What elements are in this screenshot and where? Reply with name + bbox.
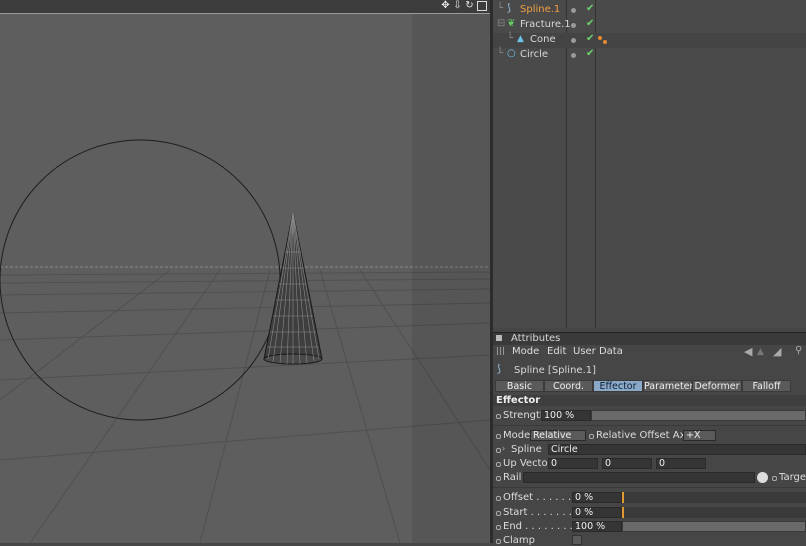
menu-mode[interactable]: Mode bbox=[512, 346, 539, 357]
clamp-checkbox[interactable] bbox=[572, 535, 582, 545]
down-arrow-icon[interactable]: ⇩ bbox=[452, 0, 463, 12]
tag-icon[interactable] bbox=[598, 36, 602, 40]
spline-icon: ⟆ bbox=[497, 364, 501, 375]
keyframe-bullet[interactable] bbox=[496, 511, 501, 516]
menu-edit[interactable]: Edit bbox=[547, 346, 566, 357]
keyframe-bullet[interactable] bbox=[496, 448, 501, 453]
enabled-check-icon[interactable]: ✔ bbox=[586, 33, 594, 44]
object-row-circle[interactable]: └ ○ Circle ✔ bbox=[493, 48, 806, 63]
keyframe-bullet[interactable] bbox=[496, 462, 501, 467]
object-manager: └ ⟆ Spline.1 ✔ ⊟ ❦ Fracture.1 ✔ └ ▲ Cone… bbox=[493, 0, 806, 328]
object-row-cone[interactable]: └ ▲ Cone ✔ bbox=[493, 33, 806, 48]
rotate-icon[interactable]: ↻ bbox=[464, 0, 475, 12]
strength-slider[interactable] bbox=[591, 410, 806, 421]
mode-label: Mode bbox=[503, 430, 531, 441]
enabled-check-icon[interactable]: ✔ bbox=[586, 48, 594, 59]
end-slider[interactable] bbox=[622, 521, 806, 532]
object-name: Cone bbox=[530, 34, 556, 45]
spline-icon: ⟆ bbox=[507, 3, 511, 14]
relative-offset-axis-dropdown[interactable]: +X bbox=[683, 430, 716, 441]
keyframe-bullet[interactable] bbox=[496, 539, 501, 544]
panel-title: Attributes bbox=[511, 333, 561, 344]
spline-link-field[interactable]: Circle bbox=[548, 444, 806, 455]
move-icon[interactable]: ✥ bbox=[440, 0, 451, 12]
attributes-header: Attributes bbox=[493, 332, 806, 345]
keyframe-bullet[interactable] bbox=[496, 496, 501, 501]
offset-field[interactable]: 0 % bbox=[572, 492, 622, 503]
attributes-manager: Mode Edit User Data ◀ ▲ ◢ ⚲ ⟆ Spline [Sp… bbox=[493, 345, 806, 546]
relative-offset-axis-label: Relative Offset Axis bbox=[596, 430, 694, 441]
expand-arrow-icon[interactable]: › bbox=[502, 444, 505, 453]
keyframe-bullet[interactable] bbox=[772, 476, 777, 481]
separator bbox=[493, 425, 806, 426]
grid-menu-icon[interactable] bbox=[497, 347, 505, 355]
tab-effector[interactable]: Effector bbox=[593, 380, 643, 392]
tree-line: └ bbox=[497, 3, 504, 14]
tree-line: └ bbox=[507, 33, 514, 44]
mode-dropdown[interactable]: Relative bbox=[530, 430, 586, 441]
lock-icon[interactable]: ◢ bbox=[773, 345, 781, 358]
strength-label: Strength bbox=[503, 410, 547, 421]
keyframe-bullet[interactable] bbox=[589, 434, 594, 439]
rail-link-field[interactable] bbox=[523, 472, 755, 483]
up-vector-z-field[interactable]: 0 bbox=[656, 458, 706, 469]
search-icon[interactable]: ⚲ bbox=[795, 345, 802, 356]
layer-dot[interactable] bbox=[571, 53, 576, 58]
collapse-icon[interactable]: ⊟ bbox=[497, 18, 505, 29]
object-name: Fracture.1 bbox=[520, 19, 571, 30]
up-vector-x-field[interactable]: 0 bbox=[548, 458, 598, 469]
tree-line: └ bbox=[497, 48, 504, 59]
tab-coord[interactable]: Coord. bbox=[544, 380, 593, 392]
start-slider[interactable] bbox=[622, 507, 806, 518]
section-title: Effector bbox=[496, 395, 541, 406]
back-arrow-icon[interactable]: ◀ bbox=[744, 345, 752, 358]
viewport-safe-frame bbox=[412, 14, 490, 543]
start-field[interactable]: 0 % bbox=[572, 507, 622, 518]
strength-field[interactable]: 100 % bbox=[541, 410, 591, 421]
3d-viewport[interactable]: ✥ ⇩ ↻ bbox=[0, 0, 490, 543]
layer-dot[interactable] bbox=[571, 8, 576, 13]
pick-target-icon[interactable] bbox=[757, 472, 768, 483]
start-slider-knob[interactable] bbox=[622, 507, 624, 518]
tab-falloff[interactable]: Falloff bbox=[742, 380, 791, 392]
object-name: Circle bbox=[520, 49, 549, 60]
object-row-spline[interactable]: └ ⟆ Spline.1 ✔ bbox=[493, 3, 806, 18]
keyframe-bullet[interactable] bbox=[496, 525, 501, 530]
layer-dot[interactable] bbox=[571, 23, 576, 28]
maximize-icon[interactable] bbox=[477, 1, 487, 11]
keyframe-bullet[interactable] bbox=[496, 434, 501, 439]
object-label: Spline [Spline.1] bbox=[514, 365, 597, 376]
object-row-fracture[interactable]: ⊟ ❦ Fracture.1 ✔ bbox=[493, 18, 806, 33]
target-label: Target bbox=[779, 472, 806, 483]
clamp-label: Clamp bbox=[503, 535, 535, 546]
panel-icon bbox=[496, 335, 502, 341]
offset-slider-knob[interactable] bbox=[622, 492, 624, 503]
separator bbox=[493, 487, 806, 488]
object-name: Spline.1 bbox=[520, 4, 561, 15]
offset-slider[interactable] bbox=[622, 492, 806, 503]
up-arrow-icon[interactable]: ▲ bbox=[757, 347, 764, 357]
tab-deformer[interactable]: Deformer bbox=[692, 380, 742, 392]
menu-user-data[interactable]: User Data bbox=[573, 346, 623, 357]
tab-basic[interactable]: Basic bbox=[495, 380, 544, 392]
fracture-icon: ❦ bbox=[507, 18, 516, 29]
layer-dot[interactable] bbox=[571, 38, 576, 43]
viewport-toolbar: ✥ ⇩ ↻ bbox=[0, 0, 490, 14]
cone-icon: ▲ bbox=[517, 34, 524, 44]
circle-icon: ○ bbox=[507, 48, 516, 59]
enabled-check-icon[interactable]: ✔ bbox=[586, 3, 594, 14]
spline-link-label: Spline bbox=[511, 444, 542, 455]
keyframe-bullet[interactable] bbox=[496, 414, 501, 419]
up-vector-y-field[interactable]: 0 bbox=[602, 458, 652, 469]
enabled-check-icon[interactable]: ✔ bbox=[586, 18, 594, 29]
keyframe-bullet[interactable] bbox=[496, 476, 501, 481]
up-vector-label: Up Vector bbox=[503, 458, 552, 469]
end-field[interactable]: 100 % bbox=[572, 521, 622, 532]
rail-label: Rail bbox=[503, 472, 522, 483]
tag-icon[interactable] bbox=[603, 40, 607, 44]
tab-parameter[interactable]: Parameter bbox=[643, 380, 693, 392]
